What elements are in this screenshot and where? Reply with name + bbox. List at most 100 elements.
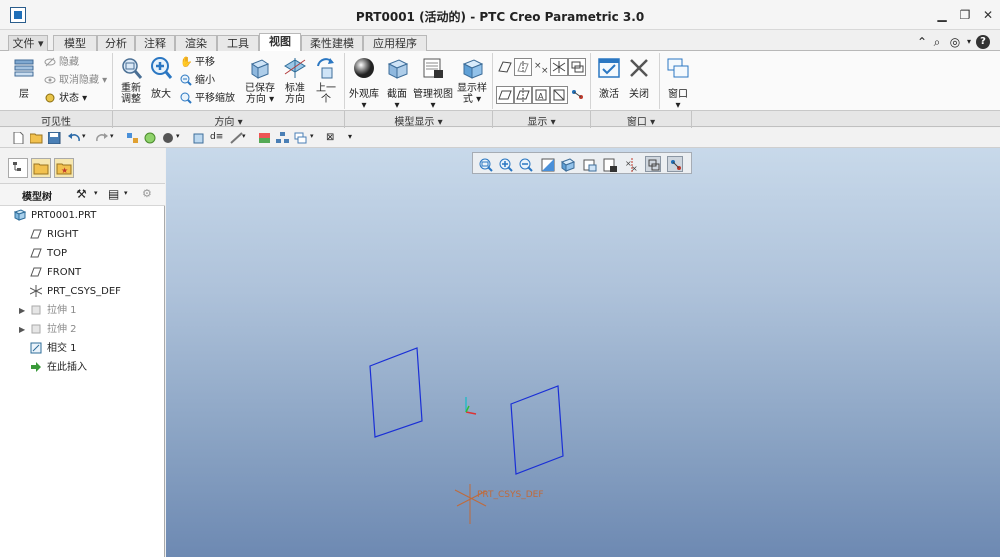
layer-button[interactable]: 层 <box>8 56 40 100</box>
quick-access-toolbar: ▾ ▾ ▾ d≡ ▾ ▾ ⊠ ▾ <box>0 128 1000 148</box>
status-button[interactable]: 状态 ▾ <box>44 92 87 106</box>
plane-display-icon[interactable] <box>496 58 514 76</box>
tree-item-insert-here[interactable]: 在此插入 <box>30 360 87 376</box>
navigator-panel: ★ 模型树 ⚒ ▾ ▤ ▾ ⚙ PRT0001.PRT RIGHT TOP FR… <box>0 148 165 557</box>
tree-item-extrude-2[interactable]: 拉伸 2 <box>30 322 77 338</box>
activate-button[interactable]: 激活 <box>595 56 623 100</box>
point-display-icon[interactable]: × × <box>532 58 550 76</box>
window-dropdown-icon[interactable]: ▾ <box>310 132 323 144</box>
tab-applications[interactable]: 应用程序 <box>363 35 427 51</box>
favorites-tab[interactable]: ★ <box>54 158 74 178</box>
close-window-icon[interactable]: ⊠ <box>326 132 339 144</box>
svg-text:A: A <box>538 92 544 101</box>
refit-button[interactable]: 重新调整 <box>116 56 146 105</box>
hide-button[interactable]: 隐藏 <box>44 56 79 70</box>
axis-display-icon[interactable] <box>514 58 532 76</box>
show-options-icon[interactable]: ▤ <box>108 187 119 201</box>
zoom-in-button[interactable]: 放大 <box>147 56 175 100</box>
window-swap-icon[interactable] <box>294 132 307 144</box>
csys-tag-display-icon[interactable] <box>550 86 568 104</box>
zoom-out-button[interactable]: 缩小 <box>180 74 215 88</box>
dimension-icon[interactable]: d≡ <box>210 132 223 144</box>
axis-tag-display-icon[interactable] <box>514 86 532 104</box>
tree-item-part[interactable]: PRT0001.PRT <box>13 208 96 224</box>
sketch-surface-left <box>369 347 423 438</box>
undo-dropdown-icon[interactable]: ▾ <box>82 132 95 144</box>
tree-item-csys[interactable]: PRT_CSYS_DEF <box>29 284 121 300</box>
graphics-viewport[interactable]: × × PRT_CSYS_DEF <box>166 148 1000 557</box>
color-icon[interactable] <box>258 132 271 144</box>
section-button[interactable]: 截面 ▾ <box>383 56 411 111</box>
qat-customize-icon[interactable]: ▾ <box>348 132 361 144</box>
saved-orientations-button[interactable]: 已保存方向 ▾ <box>244 56 276 105</box>
point-tag-display-icon[interactable]: A <box>532 86 550 104</box>
tab-file[interactable]: 文件 ▾ <box>8 35 48 51</box>
refit-icon <box>119 56 143 80</box>
previous-view-icon <box>314 56 338 80</box>
tree-item-front[interactable]: FRONT <box>30 265 81 281</box>
community-icon[interactable]: ◎ <box>948 35 962 49</box>
model-tree-tab[interactable] <box>8 158 28 178</box>
annotation-display-icon[interactable] <box>568 58 586 76</box>
tree-item-intersect-1[interactable]: 相交 1 <box>30 341 77 357</box>
pan-button[interactable]: ✋ 平移 <box>180 56 215 70</box>
appearance-gallery-button[interactable]: 外观库 ▾ <box>347 56 381 111</box>
group-display-label[interactable]: 显示 ▾ <box>493 113 590 128</box>
section-icon <box>385 56 409 80</box>
undo-icon[interactable] <box>68 132 81 144</box>
open-folder-icon[interactable] <box>29 132 43 144</box>
standard-orientation-button[interactable]: 标准方向 <box>280 56 310 105</box>
measure-dropdown-icon[interactable]: ▾ <box>242 132 255 144</box>
pan-zoom-button[interactable]: 平移缩放 <box>180 92 235 106</box>
save-icon[interactable] <box>47 131 61 145</box>
tab-annotate[interactable]: 注释 <box>135 35 175 51</box>
settings-icon[interactable]: ⚒ <box>76 187 87 201</box>
minimize-button[interactable]: ▁ <box>932 6 952 24</box>
unhide-button[interactable]: 取消隐藏 ▾ <box>44 74 107 88</box>
redo-dropdown-icon[interactable]: ▾ <box>110 132 123 144</box>
shading-dropdown-icon[interactable]: ▾ <box>176 132 189 144</box>
close-button[interactable]: 关闭 <box>625 56 653 100</box>
expand-extrude-2[interactable]: ▶ <box>19 325 25 334</box>
redo-icon[interactable] <box>96 132 109 144</box>
close-window-button[interactable]: ✕ <box>978 6 998 24</box>
tab-render[interactable]: 渲染 <box>175 35 217 51</box>
tree-item-extrude-1[interactable]: 拉伸 1 <box>30 303 77 319</box>
group-orientation-label[interactable]: 方向 ▾ <box>113 113 344 128</box>
new-file-icon[interactable] <box>12 131 25 145</box>
tab-model[interactable]: 模型 <box>53 35 97 51</box>
manage-views-button[interactable]: 管理视图 ▾ <box>412 56 454 111</box>
tab-flexible-modeling[interactable]: 柔性建模 <box>301 35 363 51</box>
dropdown-icon[interactable]: ▾ <box>962 35 976 49</box>
group-window-label[interactable]: 窗口 ▾ <box>591 113 691 128</box>
restore-button[interactable]: ❐ <box>955 6 975 24</box>
tree-item-right[interactable]: RIGHT <box>30 227 78 243</box>
previous-view-button[interactable]: 上一个 <box>312 56 340 105</box>
search-icon[interactable]: ⌕ <box>930 35 944 49</box>
csys-label[interactable]: PRT_CSYS_DEF <box>477 490 544 500</box>
windows-button[interactable]: 窗口 ▾ <box>664 56 692 111</box>
shading-icon[interactable] <box>162 132 175 144</box>
tab-analysis[interactable]: 分析 <box>97 35 135 51</box>
zoom-out-icon <box>180 74 192 86</box>
help-icon[interactable]: ? <box>976 35 990 49</box>
regenerate-icon[interactable] <box>126 132 139 144</box>
settings-dropdown-icon[interactable]: ▾ <box>94 189 98 197</box>
group-model-display-label[interactable]: 模型显示 ▾ <box>345 113 492 128</box>
sphere-green-icon[interactable] <box>144 132 157 144</box>
display-style-button[interactable]: 显示样式 ▾ <box>455 56 489 105</box>
tab-view[interactable]: 视图 <box>259 33 301 52</box>
spin-center-icon[interactable] <box>568 86 586 104</box>
csys-display-icon[interactable] <box>550 58 568 76</box>
tree-item-top[interactable]: TOP <box>30 246 67 262</box>
tab-tools[interactable]: 工具 <box>217 35 259 51</box>
box-icon[interactable] <box>192 132 205 144</box>
tree-icon[interactable] <box>276 132 289 144</box>
expand-extrude-1[interactable]: ▶ <box>19 306 25 315</box>
folder-browser-tab[interactable] <box>31 158 51 178</box>
window-title: PRT0001 (活动的) - PTC Creo Parametric 3.0 <box>355 10 645 24</box>
show-dropdown-icon[interactable]: ▾ <box>124 189 128 197</box>
collapse-ribbon-icon[interactable]: ⌃ <box>915 35 929 49</box>
filter-icon[interactable]: ⚙ <box>142 187 152 200</box>
plane-tag-display-icon[interactable] <box>496 86 514 104</box>
